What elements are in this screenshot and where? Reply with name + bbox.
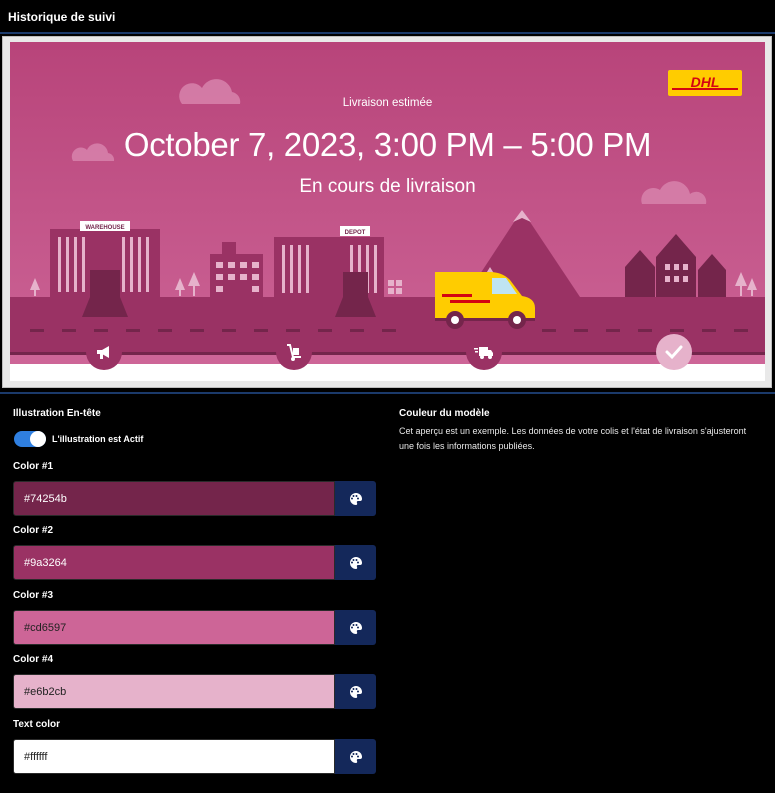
color-1-picker-button[interactable] xyxy=(335,481,376,516)
color-4-row xyxy=(13,674,376,709)
color-3-row xyxy=(13,610,376,645)
section-divider xyxy=(0,392,775,394)
color-1-row xyxy=(13,481,376,516)
warehouse-sign: WAREHOUSE xyxy=(85,225,124,231)
color-4-label: Color #4 xyxy=(13,654,54,665)
dhl-logo: DHL xyxy=(668,70,742,96)
illustration-toggle-label: L'illustration est Actif xyxy=(52,434,144,444)
color-3-label: Color #3 xyxy=(13,590,54,601)
palette-icon xyxy=(349,685,362,698)
step-megaphone xyxy=(86,334,122,370)
step-delivery-truck xyxy=(466,334,502,370)
tracking-hero-illustration: WAREHOUSE DEPOT DHL Livraison estimée Oc… xyxy=(10,42,765,381)
color-2-row xyxy=(13,545,376,580)
illustration-toggle[interactable] xyxy=(14,431,46,447)
header-bar: Historique de suivi xyxy=(0,0,775,34)
color-1-input[interactable] xyxy=(13,481,335,516)
color-2-label: Color #2 xyxy=(13,525,54,536)
city-illustration: WAREHOUSE DEPOT xyxy=(10,42,765,381)
step-delivered xyxy=(656,334,692,370)
page-title: Historique de suivi xyxy=(8,10,116,24)
color-3-picker-button[interactable] xyxy=(335,610,376,645)
tracking-preview-frame: WAREHOUSE DEPOT DHL Livraison estimée Oc… xyxy=(2,36,772,388)
eta-date: October 7, 2023, 3:00 PM – 5:00 PM xyxy=(123,126,652,163)
hand-truck-icon xyxy=(287,344,301,361)
depot-sign: DEPOT xyxy=(345,230,366,236)
text-color-input[interactable] xyxy=(13,739,335,774)
palette-icon xyxy=(349,621,362,634)
palette-icon xyxy=(349,750,362,763)
delivery-truck-icon xyxy=(474,347,493,359)
checkmark-icon xyxy=(665,345,683,360)
svg-text:DHL: DHL xyxy=(691,74,720,90)
illustration-title: Illustration En-tête xyxy=(13,408,101,419)
template-color-description: Cet aperçu est un exemple. Les données d… xyxy=(399,426,747,451)
color-3-input[interactable] xyxy=(13,610,335,645)
palette-icon xyxy=(349,492,362,505)
template-color-title: Couleur du modèle xyxy=(399,408,490,419)
palette-icon xyxy=(349,556,362,569)
text-color-row xyxy=(13,739,376,774)
megaphone-icon xyxy=(97,346,109,359)
color-1-label: Color #1 xyxy=(13,461,54,472)
toggle-knob xyxy=(30,431,46,447)
text-color-label: Text color xyxy=(13,719,61,730)
color-2-input[interactable] xyxy=(13,545,335,580)
delivery-status: En cours de livraison xyxy=(299,176,476,197)
color-4-input[interactable] xyxy=(13,674,335,709)
color-4-picker-button[interactable] xyxy=(335,674,376,709)
text-color-picker-button[interactable] xyxy=(335,739,376,774)
eta-label: Livraison estimée xyxy=(342,97,433,109)
color-2-picker-button[interactable] xyxy=(335,545,376,580)
step-hand-truck xyxy=(276,334,312,370)
